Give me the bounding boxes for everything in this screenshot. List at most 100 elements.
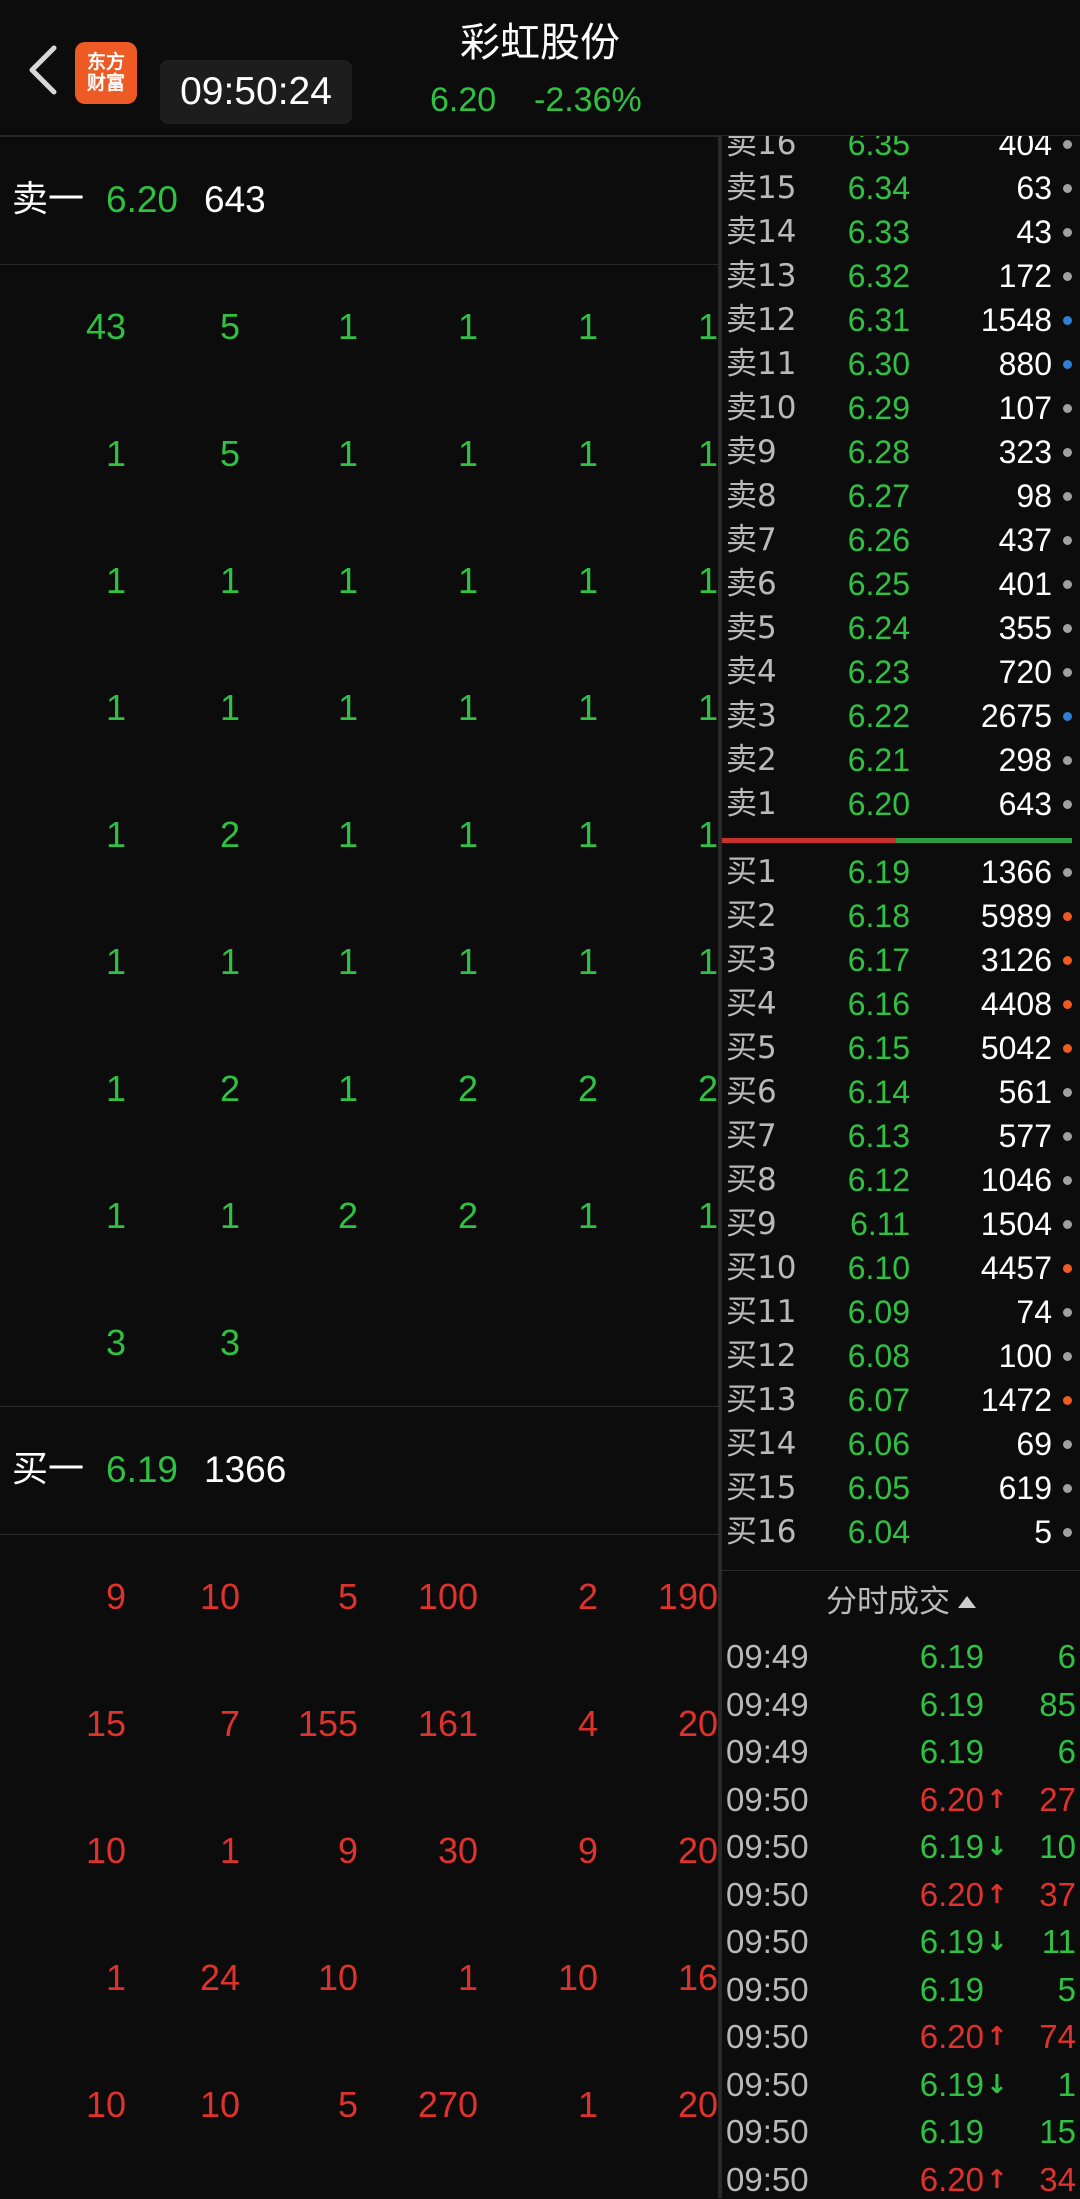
ask-level-row[interactable]: 卖166.35404 (722, 136, 1080, 166)
bid-level-row[interactable]: 买86.121046 (722, 1158, 1080, 1202)
level-label: 买9 (726, 1202, 777, 1246)
level-label: 卖6 (726, 562, 777, 606)
level-volume: 100 (999, 1334, 1052, 1378)
ask-level-row[interactable]: 卖156.3463 (722, 166, 1080, 210)
app-logo[interactable]: 东方 财富 (75, 42, 137, 104)
buy-one-row[interactable]: 买一 6.19 1366 (0, 1406, 718, 1535)
bid-level-row[interactable]: 买76.13577 (722, 1114, 1080, 1158)
queue-row: 10105270120 (0, 2042, 718, 2169)
trade-row: 09:506.19↓10 (722, 1823, 1080, 1871)
bid-level-row[interactable]: 买36.173126 (722, 938, 1080, 982)
queue-order-size: 5 (130, 304, 240, 350)
level-price: 6.11 (850, 1202, 910, 1246)
level-price: 6.17 (848, 938, 910, 982)
tick-trades-panel[interactable]: 分时成交 09:496.19609:496.198509:496.19609:5… (722, 1570, 1080, 2199)
level-price: 6.18 (848, 894, 910, 938)
trade-time: 09:50 (726, 2156, 809, 2199)
ask-level-row[interactable]: 卖116.30880 (722, 342, 1080, 386)
level-volume: 561 (999, 1070, 1052, 1114)
level-dot-icon (1063, 868, 1072, 877)
level-volume: 643 (999, 782, 1052, 826)
level-price: 6.23 (848, 650, 910, 694)
bid-level-row[interactable]: 买46.164408 (722, 982, 1080, 1026)
ask-level-row[interactable]: 卖16.20643 (722, 782, 1080, 826)
ask-level-row[interactable]: 卖56.24355 (722, 606, 1080, 650)
queue-order-size: 5 (248, 1574, 358, 1620)
level-volume: 4457 (981, 1246, 1052, 1290)
level-volume: 720 (999, 650, 1052, 694)
back-arrow-icon[interactable] (18, 40, 68, 100)
bid-level-row[interactable]: 买66.14561 (722, 1070, 1080, 1114)
ask-level-row[interactable]: 卖76.26437 (722, 518, 1080, 562)
stock-name[interactable]: 彩虹股份 (380, 16, 700, 70)
stock-price: 6.20 (430, 78, 496, 122)
order-book[interactable]: 卖166.35404卖156.3463卖146.3343卖136.32172卖1… (722, 136, 1080, 1570)
sell-one-row[interactable]: 卖一 6.20 643 (0, 136, 718, 265)
ask-level-row[interactable]: 卖106.29107 (722, 386, 1080, 430)
clock-time: 09:50:24 (160, 60, 352, 124)
bid-level-row[interactable]: 买96.111504 (722, 1202, 1080, 1246)
queue-order-size: 10 (248, 1955, 358, 2001)
arrow-up-icon: ↑ (986, 2156, 1006, 2199)
level-price: 6.25 (848, 562, 910, 606)
queue-order-size: 1 (368, 304, 478, 350)
level-label: 买14 (726, 1422, 796, 1466)
arrow-down-icon: ↓ (986, 1918, 1006, 1966)
queue-order-size: 2 (130, 1066, 240, 1112)
bid-level-row[interactable]: 买16.191366 (722, 850, 1080, 894)
level-volume: 98 (1016, 474, 1052, 518)
level-label: 卖10 (726, 386, 796, 430)
queue-order-size: 1 (488, 812, 598, 858)
bid-level-row[interactable]: 买156.05619 (722, 1466, 1080, 1510)
queue-panel: 卖一 6.20 643 4351111151111111111111111121… (0, 136, 718, 2198)
bid-level-row[interactable]: 买166.045 (722, 1510, 1080, 1554)
level-label: 买13 (726, 1378, 796, 1422)
trade-row: 09:506.19↓11 (722, 1918, 1080, 1966)
trade-row: 09:506.195 (722, 1966, 1080, 2014)
queue-order-size: 20 (623, 2082, 718, 2128)
level-dot-icon (1063, 1044, 1072, 1053)
bid-level-row[interactable]: 买146.0669 (722, 1422, 1080, 1466)
trade-price: 6.19 (894, 1918, 984, 1966)
queue-row: 101930920 (0, 1788, 718, 1915)
ask-level-row[interactable]: 卖126.311548 (722, 298, 1080, 342)
queue-order-size: 1 (248, 1066, 358, 1112)
ask-level-row[interactable]: 卖26.21298 (722, 738, 1080, 782)
queue-order-size: 7 (130, 1701, 240, 1747)
trade-row: 09:506.20↑37 (722, 1871, 1080, 1919)
ask-level-row[interactable]: 卖46.23720 (722, 650, 1080, 694)
bid-level-row[interactable]: 买136.071472 (722, 1378, 1080, 1422)
level-label: 买5 (726, 1026, 777, 1070)
queue-order-size: 1 (16, 431, 126, 477)
bid-level-row[interactable]: 买56.155042 (722, 1026, 1080, 1070)
trade-volume: 5 (1058, 1966, 1076, 2014)
level-label: 买10 (726, 1246, 796, 1290)
ask-level-row[interactable]: 卖96.28323 (722, 430, 1080, 474)
ask-level-row[interactable]: 卖6 6.25 401 (722, 562, 1080, 606)
bid-level-row[interactable]: 买126.08100 (722, 1334, 1080, 1378)
queue-order-size: 1 (488, 304, 598, 350)
queue-order-size: 10 (16, 2082, 126, 2128)
bid-level-row[interactable]: 买106.104457 (722, 1246, 1080, 1290)
bid-level-row[interactable]: 买26.185989 (722, 894, 1080, 938)
trade-volume: 15 (1039, 2108, 1076, 2156)
level-volume: 1548 (981, 298, 1052, 342)
ask-level-row[interactable]: 卖146.3343 (722, 210, 1080, 254)
ask-level-row[interactable]: 卖36.222675 (722, 694, 1080, 738)
queue-order-size: 1 (488, 431, 598, 477)
queue-order-size: 1 (16, 939, 126, 985)
queue-row: 91051002190 (0, 1534, 718, 1661)
queue-order-size: 10 (488, 1955, 598, 2001)
queue-order-size: 1 (623, 939, 718, 985)
buy-sell-ratio-bar (722, 838, 1072, 843)
trade-time: 09:50 (726, 1966, 809, 2014)
level-price: 6.05 (848, 1466, 910, 1510)
level-volume: 401 (999, 562, 1052, 606)
collapse-up-icon[interactable] (958, 1596, 976, 1608)
ask-level-row[interactable]: 卖86.2798 (722, 474, 1080, 518)
ask-level-row[interactable]: 卖136.32172 (722, 254, 1080, 298)
bid-level-row[interactable]: 买116.0974 (722, 1290, 1080, 1334)
queue-order-size: 1 (368, 812, 478, 858)
trades-title[interactable]: 分时成交 (722, 1581, 1080, 1623)
level-price: 6.21 (848, 738, 910, 782)
